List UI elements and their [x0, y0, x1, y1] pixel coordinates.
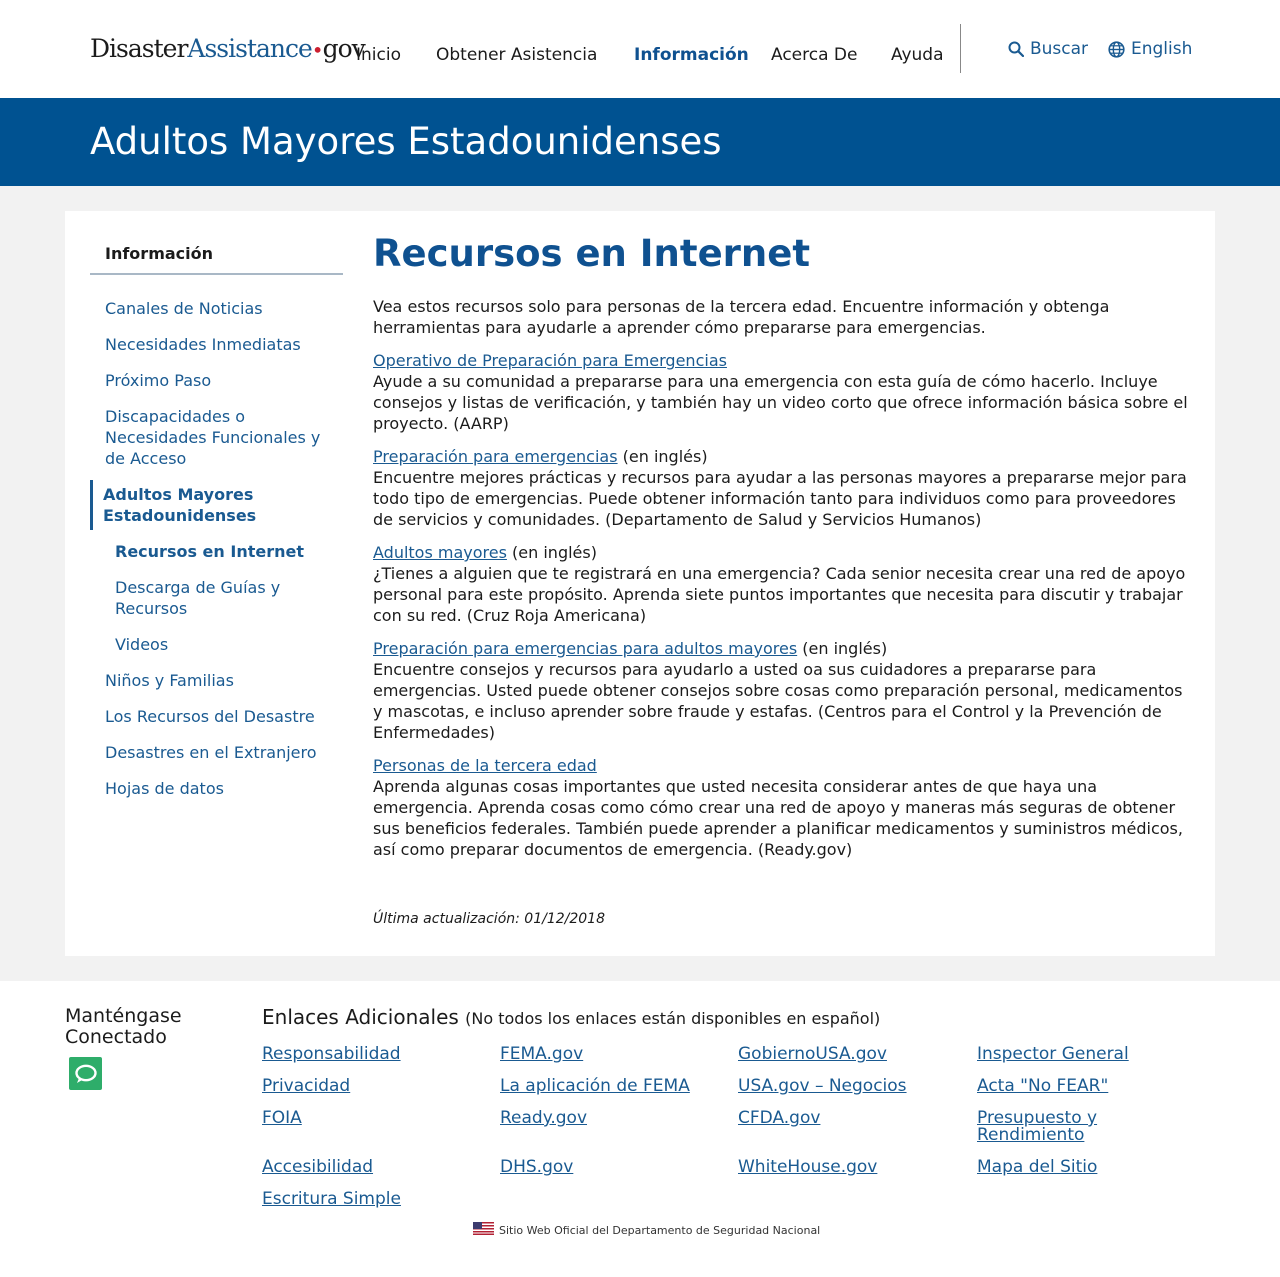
logo-part-1: Disaster: [90, 34, 188, 63]
footer-link-foia[interactable]: FOIA: [262, 1110, 462, 1127]
sidebar-item-videos[interactable]: Videos: [115, 634, 325, 655]
resource-suffix: (en inglés): [797, 639, 888, 658]
nav-informacion[interactable]: Información: [634, 45, 749, 65]
search-button[interactable]: Buscar: [1008, 39, 1088, 59]
sidebar-divider: [90, 273, 343, 275]
content-body: Vea estos recursos solo para personas de…: [373, 296, 1193, 872]
last-updated: Última actualización: 01/12/2018: [373, 911, 605, 927]
language-label: English: [1131, 39, 1193, 59]
footer-link-accesibilidad[interactable]: Accesibilidad: [262, 1159, 462, 1176]
sidebar-item-adultos-mayores[interactable]: Adultos Mayores Estadounidenses: [103, 484, 303, 526]
nav-obtener-asistencia[interactable]: Obtener Asistencia: [436, 45, 597, 65]
footer-link-no-fear[interactable]: Acta "No FEAR": [977, 1078, 1177, 1095]
page-title: Recursos en Internet: [373, 232, 811, 275]
sidebar-title: Información: [105, 244, 214, 263]
sidebar-item-proximo-paso[interactable]: Próximo Paso: [105, 370, 340, 391]
banner-title: Adultos Mayores Estadounidenses: [90, 120, 722, 163]
additional-links-heading: Enlaces Adicionales: [262, 1005, 459, 1029]
sidebar-item-necesidades-inmediatas[interactable]: Necesidades Inmediatas: [105, 334, 340, 355]
footer-link-escritura-simple[interactable]: Escritura Simple: [262, 1191, 462, 1208]
stay-connected-title: Manténgase Conectado: [65, 1005, 182, 1048]
resource-description: Aprenda algunas cosas importantes que us…: [373, 777, 1183, 859]
site-header: DisasterAssistance•gov Inicio Obtener As…: [0, 0, 1280, 98]
footer-link-fema[interactable]: FEMA.gov: [500, 1046, 700, 1063]
resource-entry: Personas de la tercera edad Aprenda algu…: [373, 755, 1193, 860]
nav-inicio[interactable]: Inicio: [356, 45, 401, 65]
additional-links-note: (No todos los enlaces están disponibles …: [465, 1009, 881, 1028]
sidebar-item-hojas-de-datos[interactable]: Hojas de datos: [105, 778, 340, 799]
resource-link[interactable]: Preparación para emergencias: [373, 447, 618, 466]
resource-entry: Adultos mayores (en inglés) ¿Tienes a al…: [373, 542, 1193, 626]
globe-icon: [1108, 40, 1125, 58]
footer-link-mapa-del-sitio[interactable]: Mapa del Sitio: [977, 1159, 1177, 1176]
footer-link-fema-app[interactable]: La aplicación de FEMA: [500, 1078, 700, 1095]
resource-entry: Preparación para emergencias para adulto…: [373, 638, 1193, 743]
resource-link[interactable]: Personas de la tercera edad: [373, 756, 597, 775]
additional-links-title: Enlaces Adicionales (No todos los enlace…: [262, 1005, 880, 1029]
sidebar-item-recursos-en-internet[interactable]: Recursos en Internet: [115, 541, 325, 562]
official-site-text: Sitio Web Oficial del Departamento de Se…: [499, 1223, 821, 1237]
official-site-notice: Sitio Web Oficial del Departamento de Se…: [473, 1222, 820, 1238]
resource-link[interactable]: Preparación para emergencias para adulto…: [373, 639, 797, 658]
footer-link-presupuesto[interactable]: Presupuesto y Rendimiento: [977, 1110, 1127, 1144]
sidebar-active-indicator: [90, 480, 93, 530]
us-flag-icon: [473, 1222, 494, 1238]
footer-link-gobiernousa[interactable]: GobiernoUSA.gov: [738, 1046, 938, 1063]
footer-link-ready[interactable]: Ready.gov: [500, 1110, 700, 1127]
resource-suffix: (en inglés): [617, 447, 708, 466]
sidebar-item-desastres-extranjero[interactable]: Desastres en el Extranjero: [105, 742, 340, 763]
search-label: Buscar: [1030, 39, 1089, 59]
resource-description: ¿Tienes a alguien que te registrará en u…: [373, 564, 1186, 625]
sidebar-item-descarga-de-guias[interactable]: Descarga de Guías y Recursos: [115, 577, 295, 619]
sidebar-item-recursos-del-desastre[interactable]: Los Recursos del Desastre: [105, 706, 340, 727]
language-toggle[interactable]: English: [1108, 39, 1192, 59]
search-icon: [1008, 41, 1024, 57]
nav-divider: [960, 24, 961, 73]
chat-icon[interactable]: [69, 1057, 102, 1090]
footer-link-inspector-general[interactable]: Inspector General: [977, 1046, 1177, 1063]
page-banner: Adultos Mayores Estadounidenses: [0, 98, 1280, 186]
footer-link-privacidad[interactable]: Privacidad: [262, 1078, 462, 1095]
footer-link-dhs[interactable]: DHS.gov: [500, 1159, 700, 1176]
resource-suffix: (en inglés): [506, 543, 597, 562]
logo-dot: •: [311, 38, 324, 62]
nav-ayuda[interactable]: Ayuda: [891, 45, 944, 65]
sidebar-item-canales-de-noticias[interactable]: Canales de Noticias: [105, 298, 340, 319]
nav-acerca-de[interactable]: Acerca De: [771, 45, 857, 65]
site-logo[interactable]: DisasterAssistance•gov: [90, 34, 366, 63]
resource-description: Encuentre consejos y recursos para ayuda…: [373, 660, 1183, 742]
resource-link[interactable]: Operativo de Preparación para Emergencia…: [373, 351, 727, 370]
footer-link-cfda[interactable]: CFDA.gov: [738, 1110, 938, 1127]
resource-link[interactable]: Adultos mayores: [373, 543, 507, 562]
sidebar-item-discapacidades[interactable]: Discapacidades o Necesidades Funcionales…: [105, 406, 340, 469]
logo-part-2: Assistance: [187, 34, 312, 63]
resource-description: Ayude a su comunidad a prepararse para u…: [373, 372, 1188, 433]
intro-text: Vea estos recursos solo para personas de…: [373, 297, 1110, 337]
sidebar-item-ninos-y-familias[interactable]: Niños y Familias: [105, 670, 340, 691]
resource-entry: Preparación para emergencias (en inglés)…: [373, 446, 1193, 530]
resource-entry: Operativo de Preparación para Emergencia…: [373, 350, 1193, 434]
resource-description: Encuentre mejores prácticas y recursos p…: [373, 468, 1187, 529]
footer-link-responsabilidad[interactable]: Responsabilidad: [262, 1046, 462, 1063]
footer-link-whitehouse[interactable]: WhiteHouse.gov: [738, 1159, 938, 1176]
footer-link-usa-negocios[interactable]: USA.gov – Negocios: [738, 1078, 938, 1095]
